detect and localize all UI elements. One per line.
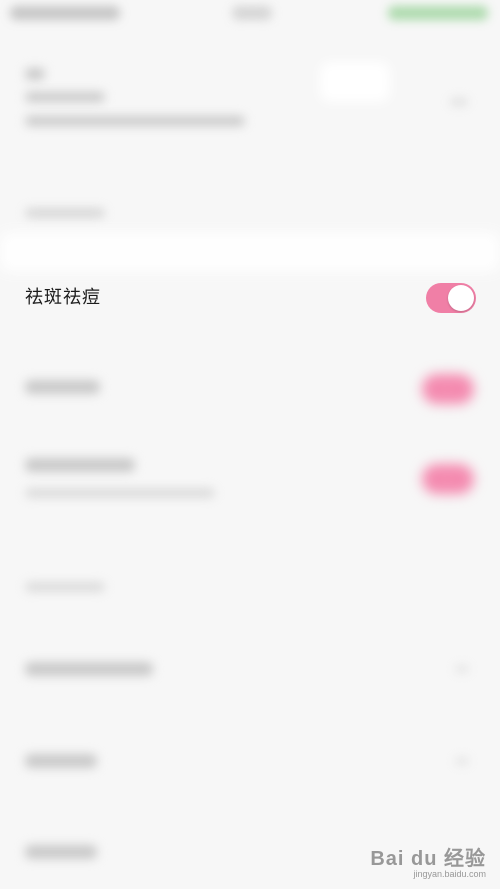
watermark-main: Bai du 经验	[370, 848, 486, 870]
blurred-toggle	[422, 374, 474, 404]
status-bar-title	[232, 6, 272, 20]
setting-row-blemish[interactable]: 祛斑祛痘	[0, 268, 500, 328]
blurred-text	[25, 458, 135, 472]
blurred-row-bg	[0, 232, 500, 272]
blurred-toggle	[422, 464, 474, 494]
status-bar-battery	[388, 6, 488, 20]
setting-label: 祛斑祛痘	[25, 287, 101, 308]
toggle-knob	[448, 285, 474, 311]
blurred-text	[25, 662, 153, 676]
blurred-text	[25, 845, 97, 859]
blemish-toggle[interactable]	[426, 283, 476, 313]
blurred-chevron	[450, 98, 468, 106]
blurred-chevron	[455, 665, 469, 673]
blurred-text	[25, 92, 105, 102]
blurred-text	[25, 754, 97, 768]
blurred-section-header	[25, 582, 105, 592]
blurred-text	[25, 68, 45, 80]
blurred-text	[25, 116, 245, 126]
blurred-chevron	[455, 757, 469, 765]
settings-screen: 祛斑祛痘 Bai du 经验 jingyan.baidu.com	[0, 0, 500, 889]
blurred-section-header	[25, 208, 105, 218]
blurred-text	[25, 488, 215, 498]
blurred-text	[25, 380, 100, 394]
status-bar-left	[10, 6, 120, 20]
baidu-watermark: Bai du 经验 jingyan.baidu.com	[370, 842, 486, 879]
blurred-image	[320, 62, 390, 102]
